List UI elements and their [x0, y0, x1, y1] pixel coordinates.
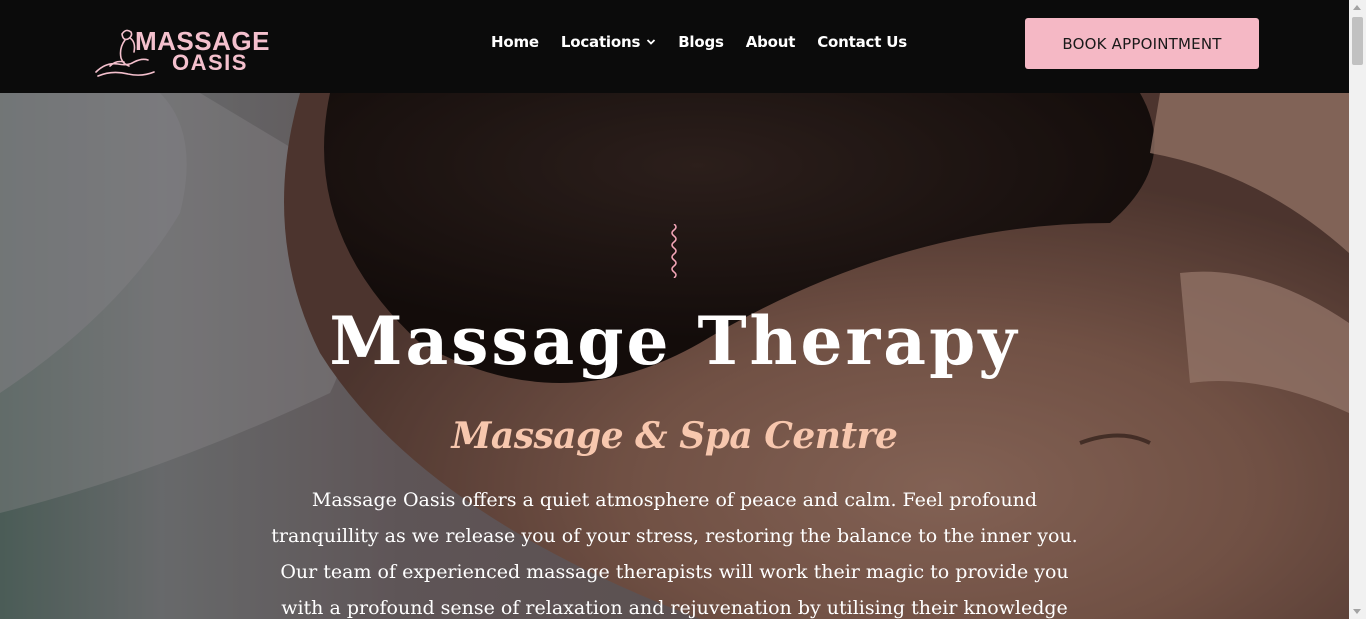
- scroll-down-arrow-icon[interactable]: [1353, 609, 1361, 614]
- hero-description-line: Massage Oasis offers a quiet atmosphere …: [311, 489, 1038, 511]
- chevron-down-icon: [647, 39, 656, 45]
- hero-description-line: Our team of experienced massage therapis…: [280, 561, 1069, 583]
- hero-description-line: with a profound sense of relaxation and …: [281, 597, 1068, 619]
- scroll-up-arrow-icon[interactable]: [1353, 5, 1361, 10]
- nav-contact-us[interactable]: Contact Us: [817, 33, 907, 51]
- nav-locations-label: Locations: [560, 33, 641, 51]
- nav-about[interactable]: About: [746, 33, 796, 51]
- nav-blogs[interactable]: Blogs: [678, 33, 724, 51]
- hero-description: Massage Oasis offers a quiet atmosphere …: [210, 482, 1139, 619]
- book-appointment-button[interactable]: BOOK APPOINTMENT: [1025, 18, 1259, 69]
- site-header: MASSAGE OASIS Home Locations Blogs About…: [0, 0, 1349, 93]
- nav-locations[interactable]: Locations: [561, 33, 656, 51]
- hero-title: Massage Therapy: [329, 302, 1020, 380]
- squiggle-line-icon: [671, 224, 677, 278]
- nav-about-label: About: [745, 33, 796, 51]
- page-scrollbar[interactable]: [1349, 0, 1366, 619]
- scrollbar-thumb[interactable]: [1352, 17, 1363, 65]
- hero-description-line: tranquillity as we release you of your s…: [271, 525, 1078, 547]
- main-nav: Home Locations Blogs About Contact Us: [491, 32, 907, 52]
- hero-subtitle: Massage & Spa Centre: [451, 415, 898, 457]
- site-logo[interactable]: MASSAGE OASIS: [92, 24, 288, 78]
- nav-home-label: Home: [491, 33, 539, 51]
- logo-text-oasis: OASIS: [172, 50, 248, 75]
- hero-section: Massage Therapy Massage & Spa Centre Mas…: [0, 93, 1349, 619]
- nav-blogs-label: Blogs: [678, 33, 724, 51]
- nav-home[interactable]: Home: [491, 33, 539, 51]
- nav-contact-label: Contact Us: [817, 33, 907, 51]
